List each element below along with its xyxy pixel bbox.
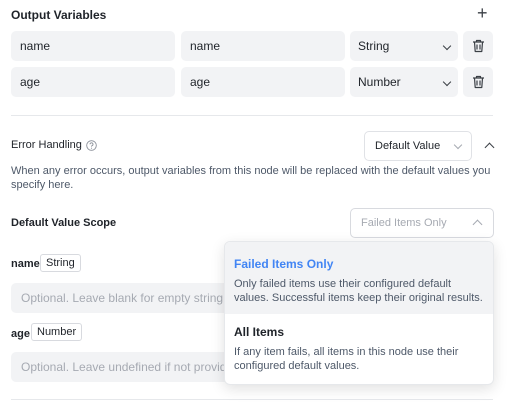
error-handling-description: When any error occurs, output variables …: [11, 165, 491, 191]
default-field-name: age: [11, 328, 30, 340]
divider: [11, 399, 493, 400]
trash-icon: [472, 39, 484, 53]
error-handling-header: Error Handling: [11, 139, 97, 151]
error-mode-select[interactable]: Default Value: [364, 131, 472, 161]
type-tag: String: [40, 254, 81, 272]
dropdown-option-failed-items[interactable]: Failed Items Only Only failed items use …: [225, 242, 493, 314]
question-circle-icon[interactable]: [86, 139, 97, 151]
chevron-down-icon: [442, 41, 452, 51]
output-var-type-label: String: [358, 39, 390, 53]
scope-select[interactable]: Failed Items Only: [350, 208, 494, 238]
type-tag: Number: [31, 323, 83, 341]
trash-icon: [472, 75, 484, 89]
option-description: Only failed items use their configured d…: [234, 278, 483, 304]
option-title: Failed Items Only: [234, 257, 334, 271]
delete-row-button[interactable]: [463, 31, 493, 61]
chevron-down-icon: [442, 77, 452, 87]
output-var-type-select[interactable]: Number: [350, 67, 458, 97]
default-value-input[interactable]: Optional. Leave undefined if not provide…: [11, 352, 231, 382]
scope-select-value: Failed Items Only: [361, 217, 447, 229]
output-var-type-select[interactable]: String: [350, 31, 458, 61]
chevron-up-icon: [472, 219, 483, 230]
delete-row-button[interactable]: [463, 67, 493, 97]
divider: [11, 115, 493, 116]
scope-dropdown-menu: Failed Items Only Only failed items use …: [224, 241, 494, 385]
error-mode-label: Default Value: [375, 140, 441, 152]
output-var-type-label: Number: [358, 75, 401, 89]
output-var-value-field[interactable]: name: [181, 31, 345, 61]
output-var-name-field[interactable]: age: [11, 67, 175, 97]
option-title: All Items: [234, 325, 285, 339]
chevron-down-icon: [453, 140, 463, 150]
chevron-up-icon[interactable]: [484, 142, 495, 153]
option-description: If any item fails, all items in this nod…: [234, 346, 459, 372]
default-value-input[interactable]: Optional. Leave blank for empty string: [11, 283, 231, 313]
output-var-name-field[interactable]: name: [11, 31, 175, 61]
scope-label: Default Value Scope: [11, 217, 117, 229]
error-handling-title: Error Handling: [11, 139, 82, 151]
default-field-name: name: [11, 258, 40, 270]
output-var-value-field[interactable]: age: [181, 67, 345, 97]
dropdown-option-all-items[interactable]: All Items If any item fails, all items i…: [225, 314, 493, 384]
plus-icon[interactable]: +: [477, 4, 488, 22]
output-variables-title: Output Variables: [11, 8, 107, 22]
